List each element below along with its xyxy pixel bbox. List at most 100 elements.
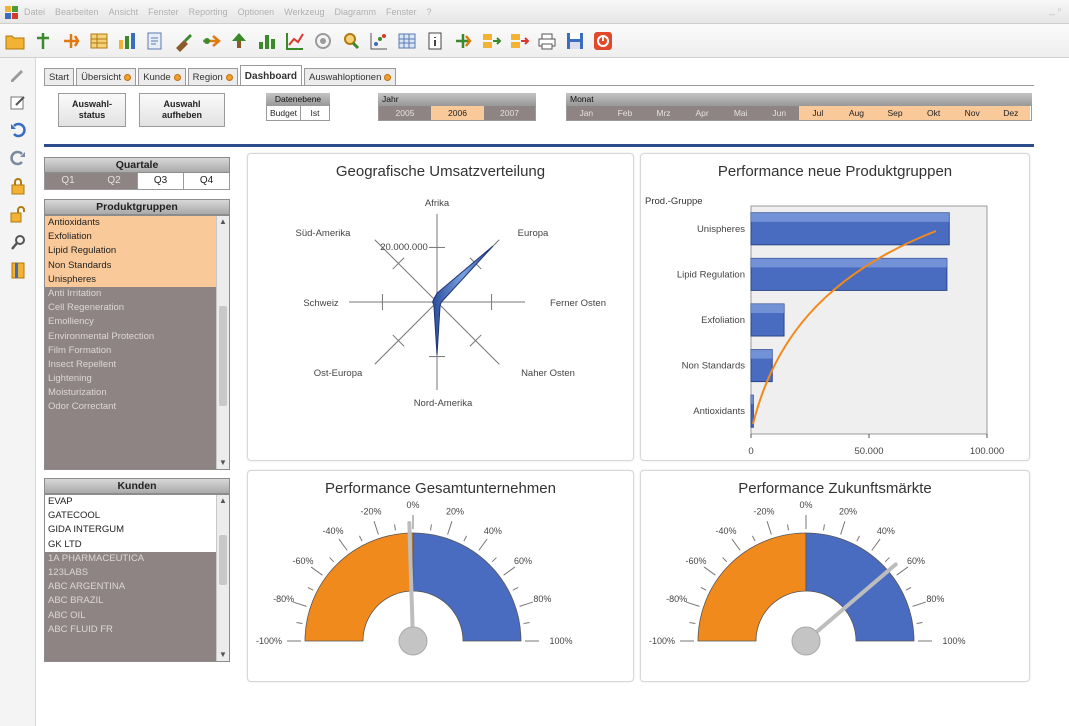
document-icon[interactable] bbox=[142, 28, 168, 54]
monat-option-feb[interactable]: Feb bbox=[605, 106, 645, 120]
open-folder-icon[interactable] bbox=[2, 28, 28, 54]
gauge-gesamt-panel[interactable]: Performance Gesamtunternehmen -100% -80% -… bbox=[247, 470, 634, 682]
stop-icon[interactable] bbox=[590, 28, 616, 54]
export2-icon[interactable] bbox=[506, 28, 532, 54]
menu-item-werkzeug[interactable]: Werkzeug bbox=[284, 7, 324, 17]
tab-dashboard[interactable]: Dashboard bbox=[239, 65, 303, 86]
bookmark-icon[interactable] bbox=[3, 258, 33, 282]
pin-icon[interactable] bbox=[30, 28, 56, 54]
table-icon[interactable] bbox=[86, 28, 112, 54]
monat-option-aug[interactable]: Aug bbox=[837, 106, 876, 120]
datenebene-option-budget[interactable]: Budget bbox=[267, 106, 301, 120]
pencil-icon[interactable] bbox=[3, 62, 33, 86]
menu-item-optionen[interactable]: Optionen bbox=[238, 7, 275, 17]
list-item[interactable]: Insect Repellent bbox=[45, 357, 229, 373]
jahr-option-2006[interactable]: 2006 bbox=[431, 106, 484, 120]
bar-icon[interactable] bbox=[254, 28, 280, 54]
list-item[interactable]: Antioxidants bbox=[45, 216, 229, 231]
monat-option-mrz[interactable]: Mrz bbox=[644, 106, 683, 120]
monat-option-mai[interactable]: Mai bbox=[721, 106, 760, 120]
produktgruppen-list[interactable]: Antioxidants Exfoliation Lipid Regulatio… bbox=[44, 215, 230, 470]
list-item[interactable]: 123LABS bbox=[45, 565, 229, 581]
menu-item-diagramm[interactable]: Diagramm bbox=[335, 7, 377, 17]
list-item[interactable]: Non Standards bbox=[45, 258, 229, 273]
list-item[interactable]: Anti Irritation bbox=[45, 286, 229, 302]
line-icon[interactable] bbox=[282, 28, 308, 54]
list-item[interactable]: GIDA INTERGUM bbox=[45, 523, 229, 538]
fork-icon[interactable] bbox=[450, 28, 476, 54]
redo-icon[interactable] bbox=[3, 146, 33, 170]
list-item[interactable]: Odor Correctant bbox=[45, 400, 229, 415]
kunden-scrollbar[interactable]: ▲ ▼ bbox=[216, 495, 229, 661]
list-item[interactable]: Lightening bbox=[45, 372, 229, 387]
list-item[interactable]: ABC ARGENTINA bbox=[45, 580, 229, 595]
unlock-icon[interactable] bbox=[3, 202, 33, 226]
tag-icon[interactable] bbox=[58, 28, 84, 54]
auswahlstatus-button[interactable]: Auswahl- status bbox=[58, 93, 126, 127]
monat-option-sep[interactable]: Sep bbox=[875, 106, 915, 120]
monat-option-dez[interactable]: Dez bbox=[991, 106, 1031, 120]
menu-item-fenster-2[interactable]: Fenster bbox=[386, 7, 417, 17]
jahr-option-2005[interactable]: 2005 bbox=[379, 106, 431, 120]
quartal-option-q3[interactable]: Q3 bbox=[137, 173, 183, 189]
list-item[interactable]: GATECOOL bbox=[45, 509, 229, 524]
monat-option-jul[interactable]: Jul bbox=[798, 106, 838, 120]
scroll-thumb[interactable] bbox=[219, 306, 227, 406]
auswahl-aufheben-button[interactable]: Auswahl aufheben bbox=[139, 93, 225, 127]
kunden-list[interactable]: EVAP GATECOOL GIDA INTERGUM GK LTD 1A PH… bbox=[44, 494, 230, 662]
monat-option-jun[interactable]: Jun bbox=[759, 106, 799, 120]
export-icon[interactable] bbox=[478, 28, 504, 54]
tab-kunde[interactable]: Kunde bbox=[138, 68, 186, 86]
list-item[interactable]: ABC OIL bbox=[45, 608, 229, 623]
jahr-option-2007[interactable]: 2007 bbox=[484, 106, 535, 120]
menu-item-bearbeiten[interactable]: Bearbeiten bbox=[55, 7, 99, 17]
menu-item-ansicht[interactable]: Ansicht bbox=[109, 7, 139, 17]
quartal-option-q2[interactable]: Q2 bbox=[91, 173, 137, 189]
monat-option-jan[interactable]: Jan bbox=[567, 106, 606, 120]
scroll-up-icon[interactable]: ▲ bbox=[217, 216, 229, 228]
menu-item-reporting[interactable]: Reporting bbox=[189, 7, 228, 17]
save-icon[interactable] bbox=[562, 28, 588, 54]
tab-auswahloptionen[interactable]: Auswahloptionen bbox=[304, 68, 397, 86]
monat-option-apr[interactable]: Apr bbox=[682, 106, 722, 120]
print-icon[interactable] bbox=[534, 28, 560, 54]
list-item[interactable]: 1A PHARMACEUTICA bbox=[45, 551, 229, 566]
window-controls[interactable]: _ ▫ bbox=[1049, 5, 1061, 16]
datenebene-option-ist[interactable]: Ist bbox=[301, 106, 329, 120]
gauge-zukunft-panel[interactable]: Performance Zukunftsmärkte -100% -80% -60%… bbox=[640, 470, 1030, 682]
scatter-icon[interactable] bbox=[366, 28, 392, 54]
scroll-up-icon[interactable]: ▲ bbox=[217, 495, 229, 507]
list-item[interactable]: Environmental Protection bbox=[45, 329, 229, 344]
menu-item-fenster[interactable]: Fenster bbox=[148, 7, 179, 17]
info-icon[interactable] bbox=[422, 28, 448, 54]
search-icon[interactable] bbox=[3, 230, 33, 254]
lock-icon[interactable] bbox=[3, 174, 33, 198]
tab-start[interactable]: Start bbox=[44, 68, 75, 86]
list-item[interactable]: Unispheres bbox=[45, 272, 229, 287]
list-item[interactable]: Exfoliation bbox=[45, 230, 229, 245]
list-item[interactable]: Moisturization bbox=[45, 386, 229, 401]
list-item[interactable]: GK LTD bbox=[45, 537, 229, 552]
quartal-option-q4[interactable]: Q4 bbox=[183, 173, 229, 189]
magnify-icon[interactable] bbox=[338, 28, 364, 54]
edit-icon[interactable] bbox=[3, 90, 33, 114]
arrows-icon[interactable] bbox=[198, 28, 224, 54]
scroll-down-icon[interactable]: ▼ bbox=[217, 457, 229, 469]
list-item[interactable]: Lipid Regulation bbox=[45, 244, 229, 259]
circle-icon[interactable] bbox=[310, 28, 336, 54]
menu-item-help[interactable]: ? bbox=[427, 7, 432, 17]
monat-option-okt[interactable]: Okt bbox=[914, 106, 953, 120]
brush-icon[interactable] bbox=[170, 28, 196, 54]
produktgruppen-scrollbar[interactable]: ▲ ▼ bbox=[216, 216, 229, 469]
list-item[interactable]: ABC BRAZIL bbox=[45, 594, 229, 609]
list-item[interactable]: Emolliency bbox=[45, 315, 229, 330]
quartal-option-q1[interactable]: Q1 bbox=[45, 173, 91, 189]
bar-chart-panel[interactable]: Performance neue Produktgruppen Prod.-Gr… bbox=[640, 153, 1030, 461]
list-item[interactable]: Cell Regeneration bbox=[45, 301, 229, 316]
tab-uebersicht[interactable]: Übersicht bbox=[76, 68, 137, 86]
tree-icon[interactable] bbox=[226, 28, 252, 54]
list-item[interactable]: ABC FLUID FR bbox=[45, 622, 229, 637]
undo-icon[interactable] bbox=[3, 118, 33, 142]
monat-option-nov[interactable]: Nov bbox=[952, 106, 992, 120]
menu-item-datei[interactable]: Datei bbox=[24, 7, 45, 17]
